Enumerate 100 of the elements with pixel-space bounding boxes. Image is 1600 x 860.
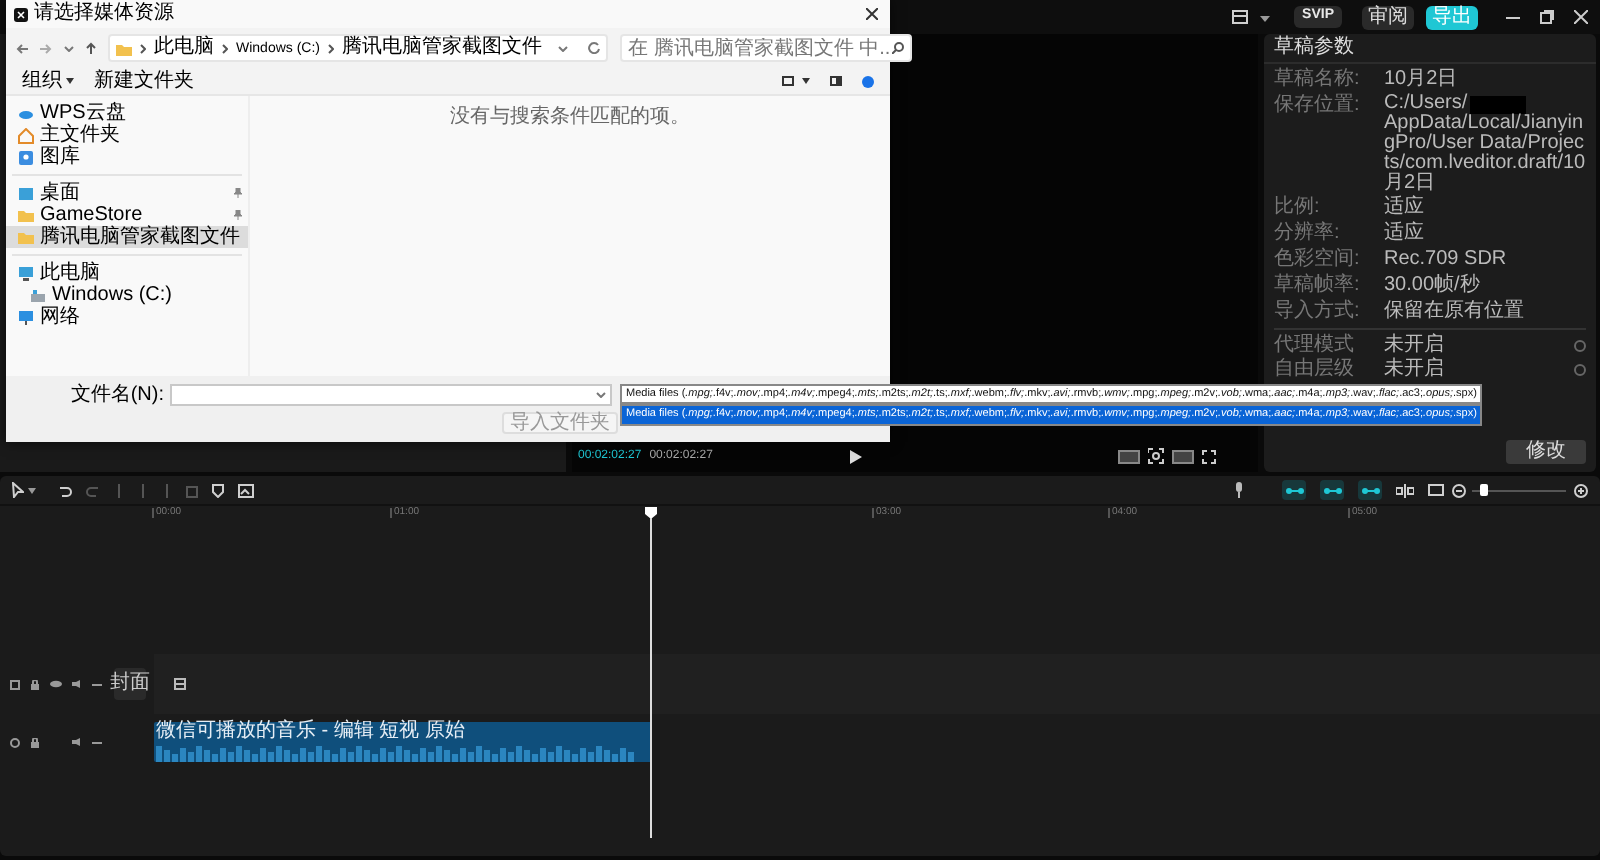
audio-clip[interactable]: 微信可播放的音乐 - 编辑 短视 原始 (154, 722, 652, 762)
ratio-icon[interactable] (1172, 449, 1194, 463)
field-value: 适应 (1384, 196, 1424, 218)
up-icon[interactable] (86, 42, 96, 54)
sidebar-item[interactable]: Windows (C:) (6, 284, 248, 306)
breadcrumb-item[interactable]: 此电脑 (154, 38, 214, 58)
link-icon (1361, 485, 1379, 495)
zoom-in-icon[interactable] (1574, 483, 1588, 497)
preview-icon[interactable] (1428, 483, 1444, 497)
film-icon (174, 678, 186, 690)
new-folder-button[interactable]: 新建文件夹 (94, 71, 194, 91)
chevron-right-icon (140, 43, 146, 53)
cover-button[interactable]: 封面 (114, 668, 146, 700)
sidebar-item[interactable]: 腾讯电脑管家截图文件 (6, 226, 248, 248)
snap-toggle[interactable] (1282, 480, 1306, 500)
layout-icon[interactable] (1232, 10, 1249, 24)
undo-icon[interactable] (58, 483, 72, 497)
focus-icon[interactable] (1148, 448, 1164, 464)
network-icon (18, 309, 34, 325)
field-label: 草稿名称: (1274, 68, 1362, 92)
minus-icon[interactable] (91, 683, 101, 685)
caret-icon (66, 78, 74, 84)
app-logo-icon (14, 7, 28, 21)
search-icon[interactable] (892, 42, 905, 54)
field-value: 10月2日 (1384, 68, 1458, 90)
minus-icon[interactable] (91, 741, 101, 743)
chevron-down-icon[interactable] (558, 45, 569, 51)
cloud-icon (18, 105, 34, 121)
field-label: 文件名(N): (68, 385, 166, 405)
sidebar-item[interactable]: 此电脑 (6, 262, 248, 284)
field-value: 适应 (1384, 222, 1424, 244)
clip-title: 微信可播放的音乐 - 编辑 短视 原始 (156, 722, 467, 742)
speaker-icon[interactable] (71, 680, 81, 688)
playhead[interactable] (644, 506, 658, 838)
pane-icon[interactable] (830, 76, 842, 86)
review-button[interactable]: 审阅 (1362, 5, 1414, 29)
fullscreen-icon[interactable] (1202, 449, 1216, 463)
circle-icon[interactable] (9, 737, 19, 747)
snap-toggle[interactable] (1320, 480, 1344, 500)
field-label: 比例: (1274, 196, 1322, 220)
caret-icon[interactable] (28, 487, 36, 493)
field-value: 未开启 (1384, 358, 1446, 380)
sidebar-item[interactable]: GameStore (6, 204, 248, 226)
snap-toggle[interactable] (1358, 480, 1382, 500)
chevron-down-icon (596, 392, 606, 398)
ratio-icon[interactable] (1118, 449, 1140, 463)
link-icon (1285, 485, 1303, 495)
chevron-right-icon (328, 43, 335, 53)
shield-icon[interactable] (212, 483, 224, 497)
image-icon[interactable] (238, 483, 254, 497)
field-value: 30.00帧/秒 (1384, 274, 1480, 296)
slider-thumb[interactable] (1480, 484, 1489, 496)
cover-icon[interactable] (9, 679, 19, 689)
caret-icon[interactable] (1260, 13, 1271, 21)
field-value: 未开启 (1384, 334, 1446, 356)
sidebar-item[interactable]: 图库 (6, 146, 248, 168)
field-label: 保存位置: (1274, 94, 1362, 120)
chevron-down-icon[interactable] (64, 45, 74, 51)
empty-message: 没有与搜索条件匹配的项。 (450, 108, 690, 132)
sidebar-item[interactable]: WPS云盘 (6, 102, 248, 124)
panel-title: 草稿参数 (1274, 38, 1354, 58)
zoom-slider[interactable] (1472, 484, 1566, 496)
zoom-out-icon[interactable] (1452, 483, 1466, 497)
field-value: 保留在原有位置 (1384, 300, 1524, 322)
chevron-right-icon (222, 43, 228, 53)
path-value: AppData/Local/JianyingPro/User Data/Projects/com.lveditor.draft/10月2日 (1384, 114, 1586, 194)
field-label: 自由层级 (1274, 358, 1356, 380)
field-value: Rec.709 SDR (1384, 248, 1507, 270)
edit-button[interactable]: 修改 (1506, 440, 1586, 464)
drive-icon (30, 287, 46, 303)
back-icon[interactable] (16, 43, 28, 53)
sidebar-item[interactable]: 主文件夹 (6, 124, 248, 146)
help-icon[interactable] (862, 75, 874, 87)
organize-button[interactable]: 组织 (22, 71, 74, 91)
file-name-field[interactable] (170, 384, 612, 406)
field-label: 色彩空间: (1274, 248, 1362, 272)
close-icon[interactable] (866, 8, 878, 20)
pointer-icon[interactable] (12, 482, 24, 498)
redaction-block (1469, 95, 1526, 113)
desktop-icon (18, 185, 34, 201)
field-label: 草稿帧率: (1274, 274, 1362, 298)
lock-icon[interactable] (29, 679, 39, 689)
eye-icon[interactable] (49, 680, 61, 688)
microphone-icon[interactable] (1234, 482, 1244, 498)
maximize-icon[interactable] (1540, 10, 1554, 24)
play-icon[interactable] (849, 449, 862, 463)
caret-icon[interactable] (802, 78, 810, 84)
dialog-title: 请选择媒体资源 (34, 4, 176, 24)
speaker-icon[interactable] (71, 738, 81, 746)
sidebar-item[interactable]: 网络 (6, 306, 248, 328)
field-label: 代理模式 (1274, 334, 1356, 356)
sidebar-item[interactable]: 桌面 (6, 182, 248, 204)
breadcrumb-item[interactable]: 腾讯电脑管家截图文件 (342, 38, 543, 58)
folder-icon (116, 41, 132, 55)
field-label: 导入方式: (1274, 300, 1362, 324)
refresh-icon[interactable] (588, 42, 601, 54)
lock-icon[interactable] (29, 737, 39, 747)
home-icon (18, 127, 34, 143)
link-icon (1323, 485, 1341, 495)
view-icon[interactable] (782, 76, 794, 86)
